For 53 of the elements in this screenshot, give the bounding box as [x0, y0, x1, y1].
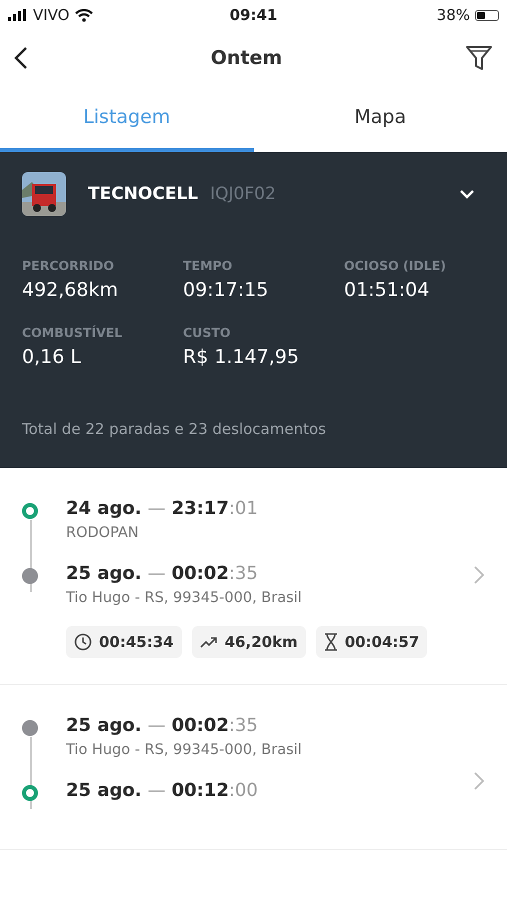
- clock-icon: [74, 633, 92, 651]
- back-icon[interactable]: [14, 46, 28, 70]
- dash: —: [148, 563, 166, 584]
- start-marker: [22, 785, 38, 801]
- stop-marker: [22, 720, 38, 736]
- point-date: 25 ago.: [66, 563, 142, 584]
- point-time: 23:17: [172, 498, 229, 519]
- point-seconds: :35: [228, 715, 258, 736]
- stat-label: CUSTO: [183, 325, 232, 340]
- point-place: Tio Hugo - RS, 99345-000, Brasil: [66, 742, 303, 758]
- chevron-icon[interactable]: [459, 189, 475, 199]
- vehicle-name: TECNOCELL: [88, 184, 198, 204]
- dash: —: [148, 498, 166, 519]
- vehicle-plate: IQJ0F02: [210, 184, 276, 204]
- stat-value: 0,16 L: [22, 346, 82, 368]
- stat-label: OCIOSO (IDLE): [344, 258, 448, 273]
- trend-icon: [200, 636, 218, 648]
- point-time: 00:02: [172, 715, 229, 736]
- carrier: VIVO: [33, 6, 70, 24]
- stop-marker: [22, 568, 38, 584]
- dash: —: [148, 780, 166, 801]
- tab[interactable]: Mapa: [254, 86, 507, 152]
- clock: 09:41: [230, 6, 278, 24]
- filter-icon[interactable]: [464, 45, 493, 71]
- stat-value: R$ 1.147,95: [183, 346, 300, 368]
- point-seconds: :00: [228, 780, 258, 801]
- wifi-icon: [74, 8, 92, 22]
- hourglass-icon: [324, 633, 338, 651]
- dash: —: [148, 715, 166, 736]
- stat-label: COMBUSTÍVEL: [22, 325, 124, 340]
- stat-value: 492,68km: [22, 279, 119, 301]
- stat-chip: 46,20km: [192, 626, 306, 658]
- point-date: 25 ago.: [66, 780, 142, 801]
- stat-chip: 00:45:34: [66, 626, 182, 658]
- point-time: 00:02: [172, 563, 229, 584]
- start-marker: [22, 503, 38, 519]
- stat-label: PERCORRIDO: [22, 258, 116, 273]
- signal-icon: [8, 9, 28, 21]
- battery-icon: [475, 10, 499, 20]
- point-seconds: :35: [228, 563, 258, 584]
- point-place: RODOPAN: [66, 525, 140, 541]
- stat-chip: 00:04:57: [316, 626, 428, 658]
- stat-label: TEMPO: [183, 258, 234, 273]
- point-time: 00:12: [172, 780, 229, 801]
- battery-percent: 38%: [436, 6, 470, 24]
- point-date: 25 ago.: [66, 715, 142, 736]
- page-title: Ontem: [210, 47, 282, 69]
- point-place: Tio Hugo - RS, 99345-000, Brasil: [66, 590, 303, 606]
- summary-text: Total de 22 paradas e 23 deslocamentos: [22, 420, 327, 438]
- stat-value: 09:17:15: [183, 279, 270, 301]
- point-seconds: :01: [228, 498, 258, 519]
- stat-value: 01:51:04: [344, 279, 430, 301]
- point-date: 24 ago.: [66, 498, 142, 519]
